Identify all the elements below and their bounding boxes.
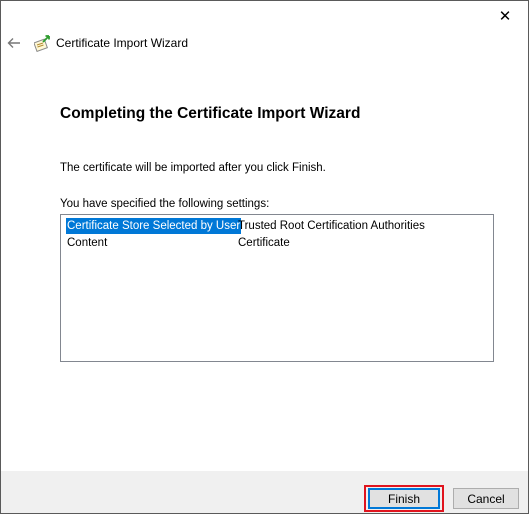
settings-label: You have specified the following setting… — [60, 198, 270, 210]
finish-button-label: Finish — [387, 491, 420, 506]
wizard-window: ✕ Certificate Import Wizard Completing t… — [0, 0, 529, 514]
wizard-title: Certificate Import Wizard — [56, 36, 189, 50]
info-text: The certificate will be imported after y… — [60, 162, 326, 174]
page-title: Completing the Certificate Import Wizard — [60, 105, 361, 122]
settings-list[interactable]: Certificate Store Selected by User Trust… — [60, 214, 494, 362]
setting-value: Certificate — [238, 237, 290, 249]
button-bar: Finish Cancel — [1, 471, 528, 513]
back-arrow-icon[interactable] — [6, 35, 22, 51]
finish-button[interactable]: Finish — [368, 488, 440, 509]
wizard-header: Certificate Import Wizard — [1, 29, 528, 57]
setting-value: Trusted Root Certification Authorities — [238, 220, 425, 232]
certificate-icon — [34, 35, 50, 52]
close-button[interactable]: ✕ — [482, 1, 528, 31]
cancel-button-label: Cancel — [467, 491, 505, 506]
setting-key: Certificate Store Selected by User — [66, 218, 242, 234]
setting-key: Content — [67, 237, 108, 249]
cancel-button[interactable]: Cancel — [453, 488, 519, 509]
close-icon: ✕ — [498, 8, 512, 25]
